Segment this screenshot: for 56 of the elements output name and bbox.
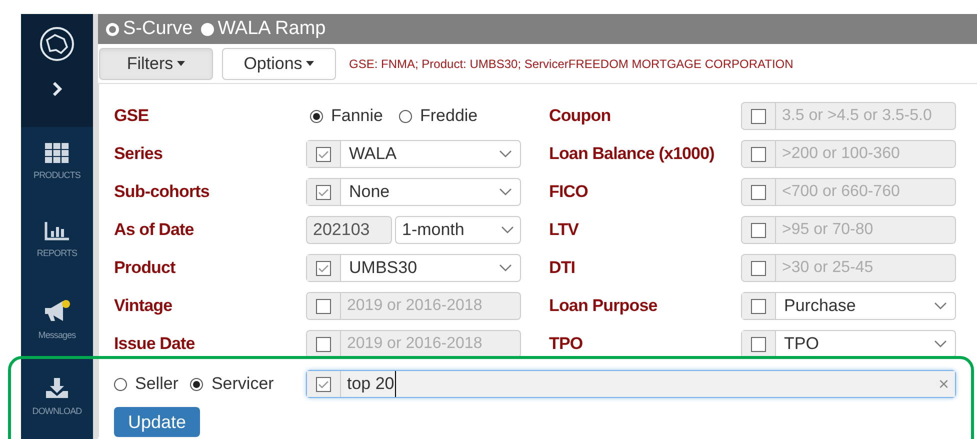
radio-button[interactable] [398, 110, 412, 122]
radio-label: S-Curve [123, 16, 193, 41]
sidebar-item[interactable]: PRODUCTS [34, 169, 80, 182]
chevron-down-icon [934, 302, 947, 310]
filter-label: GSE [114, 105, 150, 128]
logo-icon [39, 26, 75, 62]
caret-icon [306, 61, 314, 66]
chevron-down-icon [501, 226, 514, 234]
filter-label: Issue Date [114, 333, 196, 356]
radio-button[interactable] [310, 110, 323, 122]
filter-summary: GSE: FNMA; Product: UMBS30; ServicerFREEDOM MORTGAGE CORPORATION [349, 56, 794, 72]
megaphone-icon [43, 299, 71, 323]
chevron-right-icon[interactable] [52, 82, 62, 96]
filter-label: Product [114, 257, 176, 280]
filter-label: Series [114, 143, 164, 166]
filter-label: Loan Balance (x1000) [549, 143, 716, 166]
chevron-down-icon [499, 264, 512, 272]
filter-label: As of Date [114, 219, 195, 242]
sidebar-item[interactable]: Messages [38, 329, 76, 342]
filter-label: FICO [549, 181, 589, 204]
chevron-down-icon [934, 340, 947, 348]
filter-label: DTI [549, 257, 576, 280]
download-icon [45, 377, 69, 399]
checkbox[interactable] [751, 336, 766, 352]
check-icon [318, 188, 329, 196]
dropdown-button[interactable]: Options [222, 48, 336, 80]
update-button[interactable]: Update [114, 407, 200, 437]
filter-label: Vintage [114, 295, 174, 318]
radio-button[interactable] [114, 378, 127, 390]
radio-label: WALA Ramp [218, 16, 326, 41]
grid-icon [45, 143, 69, 163]
radio-label: Seller [135, 373, 178, 396]
filter-label: Loan Purpose [549, 295, 658, 318]
radio-button[interactable] [190, 378, 204, 390]
caret-icon [177, 61, 186, 66]
check-icon [318, 264, 329, 272]
bar-chart-icon [44, 221, 70, 241]
checkbox[interactable] [316, 184, 331, 200]
radio-label: Freddie [420, 105, 478, 128]
filter-label: Sub-cohorts [114, 181, 210, 204]
sidebar-item[interactable]: REPORTS [36, 247, 78, 260]
chevron-down-icon [499, 188, 512, 196]
checkbox[interactable] [316, 146, 331, 162]
checkbox[interactable] [751, 298, 766, 314]
radio-label: Servicer [211, 373, 274, 396]
radio-label: Fannie [331, 105, 383, 128]
chevron-down-icon [499, 150, 512, 158]
date-field[interactable]: 202103 [306, 216, 392, 244]
filter-label: LTV [549, 219, 580, 242]
sidebar-item[interactable]: DOWNLOAD [32, 405, 82, 418]
checkbox[interactable] [316, 260, 331, 276]
filter-label: TPO [549, 333, 584, 356]
dropdown-button[interactable]: Filters [99, 48, 213, 80]
check-icon [318, 150, 329, 158]
filter-label: Coupon [549, 105, 612, 128]
dropdown[interactable]: 1-month [395, 216, 521, 244]
